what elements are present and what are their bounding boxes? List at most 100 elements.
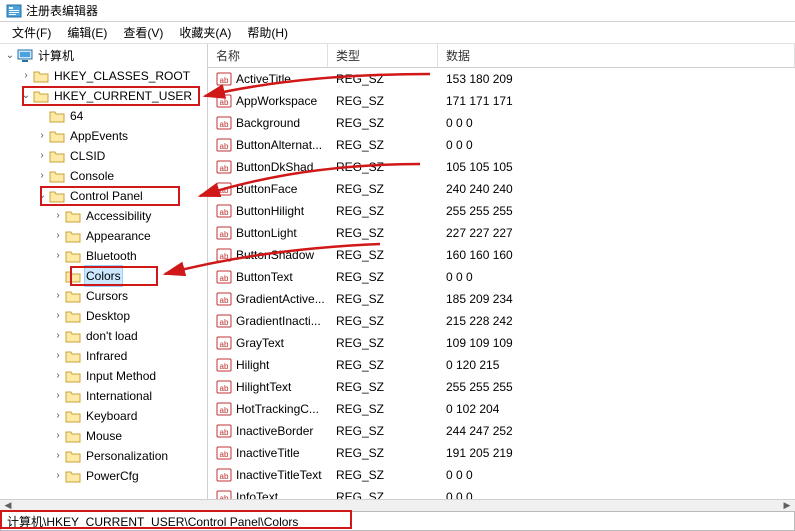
value-row[interactable]: abBackgroundREG_SZ0 0 0 [208,112,795,134]
col-name[interactable]: 名称 [208,44,328,67]
value-row[interactable]: abInactiveTitleREG_SZ191 205 219 [208,442,795,464]
value-data: 240 240 240 [438,182,795,196]
value-type: REG_SZ [328,204,438,218]
col-data[interactable]: 数据 [438,44,795,67]
tree-international[interactable]: › International [2,386,207,406]
col-type[interactable]: 类型 [328,44,438,67]
tree-label: Console [68,166,116,186]
value-row[interactable]: abInactiveTitleTextREG_SZ0 0 0 [208,464,795,486]
scroll-right-icon[interactable]: ▶ [779,500,795,511]
value-name: Hilight [236,358,269,372]
value-row[interactable]: abButtonFaceREG_SZ240 240 240 [208,178,795,200]
tree-label: Input Method [84,366,158,386]
value-row[interactable]: abHotTrackingC...REG_SZ0 102 204 [208,398,795,420]
expand-toggle[interactable]: › [52,286,64,306]
expand-toggle[interactable]: › [20,66,32,86]
menu-favorites[interactable]: 收藏夹(A) [171,22,239,43]
tree-mouse[interactable]: › Mouse [2,426,207,446]
expand-toggle[interactable]: › [36,146,48,166]
value-row[interactable]: abButtonDkShad...REG_SZ105 105 105 [208,156,795,178]
tree-bluetooth[interactable]: › Bluetooth [2,246,207,266]
tree-inputmethod[interactable]: › Input Method [2,366,207,386]
value-row[interactable]: abHilightREG_SZ0 120 215 [208,354,795,376]
horizontal-scrollbar[interactable]: ◀ ▶ [0,499,795,511]
tree-64[interactable]: 64 [2,106,207,126]
string-value-icon: ab [216,137,232,153]
tree-accessibility[interactable]: › Accessibility [2,206,207,226]
value-name: GradientActive... [236,292,325,306]
expand-toggle[interactable]: ⌄ [20,86,32,106]
value-row[interactable]: abInactiveBorderREG_SZ244 247 252 [208,420,795,442]
registry-tree[interactable]: ⌄ 计算机 › HKEY_CLASSES_ROOT ⌄ HKEY_CURRENT… [2,46,207,486]
title-bar: 注册表编辑器 [0,0,795,22]
tree-colors[interactable]: Colors [2,266,207,286]
expand-toggle[interactable]: › [52,226,64,246]
tree-appevents[interactable]: › AppEvents [2,126,207,146]
tree-dontload[interactable]: › don't load [2,326,207,346]
value-data: 0 0 0 [438,490,795,499]
tree-personalization[interactable]: › Personalization [2,446,207,466]
folder-icon [65,349,81,363]
folder-icon [65,369,81,383]
value-row[interactable]: abGradientInacti...REG_SZ215 228 242 [208,310,795,332]
value-row[interactable]: abGrayTextREG_SZ109 109 109 [208,332,795,354]
expand-toggle[interactable]: › [52,426,64,446]
svg-text:ab: ab [220,406,229,415]
tree-appearance[interactable]: › Appearance [2,226,207,246]
string-value-icon: ab [216,203,232,219]
expand-toggle[interactable]: › [36,166,48,186]
tree-desktop[interactable]: › Desktop [2,306,207,326]
value-type: REG_SZ [328,94,438,108]
expand-toggle[interactable]: › [52,206,64,226]
tree-keyboard[interactable]: › Keyboard [2,406,207,426]
value-row[interactable]: abButtonHilightREG_SZ255 255 255 [208,200,795,222]
value-type: REG_SZ [328,138,438,152]
value-name: GradientInacti... [236,314,321,328]
scroll-left-icon[interactable]: ◀ [0,500,16,511]
expand-toggle[interactable]: › [52,406,64,426]
value-row[interactable]: abAppWorkspaceREG_SZ171 171 171 [208,90,795,112]
expand-toggle[interactable]: ⌄ [4,46,16,66]
value-row[interactable]: abHilightTextREG_SZ255 255 255 [208,376,795,398]
tree-console[interactable]: › Console [2,166,207,186]
menu-edit[interactable]: 编辑(E) [59,22,115,43]
expand-toggle[interactable]: › [52,386,64,406]
value-row[interactable]: abGradientActive...REG_SZ185 209 234 [208,288,795,310]
folder-icon [33,69,49,83]
tree-label: Infrared [84,346,129,366]
value-row[interactable]: abInfoTextREG_SZ0 0 0 [208,486,795,499]
tree-clsid[interactable]: › CLSID [2,146,207,166]
menu-file[interactable]: 文件(F) [4,22,59,43]
tree-hkcu[interactable]: ⌄ HKEY_CURRENT_USER [2,86,207,106]
tree-pane[interactable]: ⌄ 计算机 › HKEY_CLASSES_ROOT ⌄ HKEY_CURRENT… [0,44,208,499]
string-value-icon: ab [216,115,232,131]
menu-view[interactable]: 查看(V) [115,22,171,43]
tree-infrared[interactable]: › Infrared [2,346,207,366]
value-type: REG_SZ [328,402,438,416]
tree-hkcr[interactable]: › HKEY_CLASSES_ROOT [2,66,207,86]
expand-toggle[interactable]: › [52,366,64,386]
value-row[interactable]: abActiveTitleREG_SZ153 180 209 [208,68,795,90]
expand-toggle[interactable]: › [52,246,64,266]
expand-toggle[interactable]: › [52,326,64,346]
expand-toggle[interactable]: › [52,466,64,486]
value-row[interactable]: abButtonAlternat...REG_SZ0 0 0 [208,134,795,156]
list-body[interactable]: abActiveTitleREG_SZ153 180 209abAppWorks… [208,68,795,499]
tree-cursors[interactable]: › Cursors [2,286,207,306]
expand-toggle[interactable]: ⌄ [36,186,48,206]
tree-label: Cursors [84,286,130,306]
value-row[interactable]: abButtonShadowREG_SZ160 160 160 [208,244,795,266]
expand-toggle[interactable]: › [52,346,64,366]
expand-toggle[interactable]: › [52,306,64,326]
expand-toggle[interactable]: › [36,126,48,146]
value-row[interactable]: abButtonLightREG_SZ227 227 227 [208,222,795,244]
menu-help[interactable]: 帮助(H) [239,22,296,43]
status-path: 计算机\HKEY_CURRENT_USER\Control Panel\Colo… [7,513,298,530]
expand-toggle[interactable]: › [52,446,64,466]
tree-powercfg[interactable]: › PowerCfg [2,466,207,486]
value-row[interactable]: abButtonTextREG_SZ0 0 0 [208,266,795,288]
tree-root-computer[interactable]: ⌄ 计算机 [2,46,207,66]
value-name: ButtonLight [236,226,297,240]
tree-controlpanel[interactable]: ⌄ Control Panel [2,186,207,206]
svg-text:ab: ab [220,186,229,195]
